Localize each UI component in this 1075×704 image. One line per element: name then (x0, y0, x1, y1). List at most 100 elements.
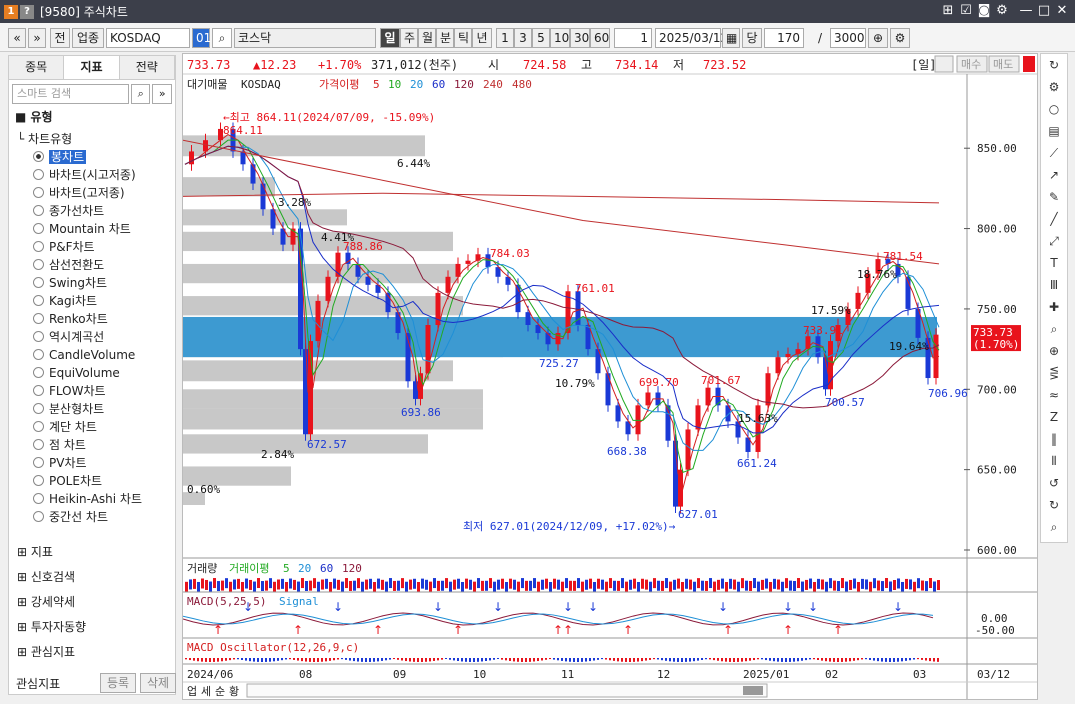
radio-icon[interactable] (33, 313, 44, 324)
chart-type-item[interactable]: 종가선차트 (9, 202, 175, 220)
bar-chart-icon[interactable]: ▤ (1041, 120, 1067, 142)
chart-type-item[interactable]: 바차트(시고저종) (9, 166, 175, 184)
chart-type-item[interactable]: FLOW차트 (9, 382, 175, 400)
period-week[interactable]: 주 (400, 28, 418, 48)
tab-indicator[interactable]: 지표 (64, 56, 120, 79)
group-type[interactable]: ■ 유형 (9, 108, 175, 126)
close-icon[interactable]: ✕ (1054, 3, 1070, 19)
radio-icon[interactable] (33, 385, 44, 396)
section-item[interactable]: ⊞ 관심지표 (9, 640, 175, 665)
delete-button[interactable]: 삭제 (140, 673, 176, 693)
period-tick[interactable]: 틱 (454, 28, 472, 48)
min-1[interactable]: 1 (496, 28, 514, 48)
radio-icon[interactable] (33, 349, 44, 360)
radio-icon[interactable] (33, 403, 44, 414)
cross-icon[interactable]: ✚ (1041, 296, 1067, 318)
min-5[interactable]: 5 (532, 28, 550, 48)
chart-type-item[interactable]: Mountain 차트 (9, 220, 175, 238)
fib-icon[interactable]: Ⅲ (1041, 274, 1067, 296)
auto-line-icon[interactable]: ⤢ (1041, 230, 1067, 252)
smart-search-input[interactable]: 스마트 검색 (12, 84, 129, 104)
min-30[interactable]: 30 (570, 28, 590, 48)
tab-stock[interactable]: 종목 (9, 56, 65, 79)
radio-icon[interactable] (33, 457, 44, 468)
chart-type-item[interactable]: EquiVolume (9, 364, 175, 382)
chart-type-item[interactable]: CandleVolume (9, 346, 175, 364)
zoom-in-icon[interactable]: ⊕ (868, 28, 888, 48)
radio-icon[interactable] (33, 223, 44, 234)
radio-icon[interactable] (33, 169, 44, 180)
radio-icon[interactable] (33, 331, 44, 342)
total-input[interactable]: 3000 (830, 28, 866, 48)
count-input[interactable]: 170 (764, 28, 804, 48)
radio-icon[interactable] (33, 241, 44, 252)
expand-plus-icon[interactable]: ⊞ (17, 645, 31, 659)
chart-type-item[interactable]: Heikin-Ashi 차트 (9, 490, 175, 508)
save-icon[interactable]: ☑ (958, 3, 974, 19)
jeon-button[interactable]: 전 (50, 28, 70, 48)
chart-type-item[interactable]: 봉차트 (9, 148, 175, 166)
expand-plus-icon[interactable]: ⊞ (17, 570, 31, 584)
min-10[interactable]: 10 (550, 28, 570, 48)
pencil-icon[interactable]: ✎ (1041, 186, 1067, 208)
chart-type-item[interactable]: 역시계곡선 (9, 328, 175, 346)
radio-icon[interactable] (33, 277, 44, 288)
expand-plus-icon[interactable]: ⊞ (17, 620, 31, 634)
period-minute[interactable]: 분 (436, 28, 454, 48)
section-item[interactable]: ⊞ 지표 (9, 540, 175, 565)
interval-select[interactable]: 1 (614, 28, 652, 48)
order-icon[interactable] (1023, 56, 1035, 72)
expand-plus-icon[interactable]: ⊞ (17, 545, 31, 559)
prev-button[interactable]: « (8, 28, 26, 48)
date-input[interactable]: 2025/03/12 (655, 28, 728, 48)
chart-settings-button[interactable] (934, 55, 954, 73)
minimize-icon[interactable]: — (1018, 3, 1034, 19)
help-icon[interactable]: ? (20, 4, 34, 19)
period-day[interactable]: 일 (380, 28, 400, 48)
chart-type-item[interactable]: 바차트(고저종) (9, 184, 175, 202)
gear-icon[interactable]: ⚙ (1041, 76, 1067, 98)
chart-type-item[interactable]: Swing차트 (9, 274, 175, 292)
trend-line-icon[interactable]: ⟋ (1041, 142, 1067, 164)
expand-icon[interactable]: » (152, 84, 172, 104)
radio-icon[interactable] (33, 295, 44, 306)
chart-type-item[interactable]: P&F차트 (9, 238, 175, 256)
search-icon[interactable]: ⌕ (212, 28, 232, 48)
radio-icon[interactable] (33, 493, 44, 504)
chart-type-item[interactable]: 분산형차트 (9, 400, 175, 418)
radio-icon[interactable] (33, 421, 44, 432)
z-icon[interactable]: Z (1041, 406, 1067, 428)
dang-button[interactable]: 당 (742, 28, 762, 48)
period-year[interactable]: 년 (472, 28, 492, 48)
ray-line-icon[interactable]: ↗ (1041, 164, 1067, 186)
text-icon[interactable]: T (1041, 252, 1067, 274)
circle-icon[interactable]: ○ (1041, 98, 1067, 120)
next-button[interactable]: » (28, 28, 46, 48)
refresh-icon[interactable]: ↻ (1041, 54, 1067, 76)
line-icon[interactable]: ╱ (1041, 208, 1067, 230)
section-item[interactable]: ⊞ 강세약세 (9, 590, 175, 615)
chart-type-item[interactable]: Kagi차트 (9, 292, 175, 310)
min-60[interactable]: 60 (590, 28, 610, 48)
columns-icon[interactable]: ⦀ (1041, 450, 1067, 472)
search-icon[interactable]: ⌕ (130, 84, 151, 104)
chart-type-item[interactable]: 점 차트 (9, 436, 175, 454)
calendar-icon[interactable]: ▦ (722, 28, 740, 48)
radio-icon[interactable] (33, 511, 44, 522)
link-icon[interactable]: ⊞ (940, 3, 956, 19)
vertical-lines-icon[interactable]: ‖ (1041, 428, 1067, 450)
camera-icon[interactable]: ◙ (976, 3, 992, 19)
radio-icon[interactable] (33, 187, 44, 198)
horizontal-scrollbar[interactable] (246, 683, 768, 698)
radio-icon[interactable] (33, 151, 44, 162)
chart-type-item[interactable]: POLE차트 (9, 472, 175, 490)
radio-icon[interactable] (33, 259, 44, 270)
radio-icon[interactable] (33, 475, 44, 486)
market-button[interactable]: 업종 (72, 28, 104, 48)
redo-icon[interactable]: ↻ (1041, 494, 1067, 516)
chart-type-item[interactable]: 중간선 차트 (9, 508, 175, 526)
code-button[interactable]: 01 (192, 28, 211, 48)
chart-area[interactable]: 733.73 ▲12.23 +1.70% 371,012(천주) 시 724.58 고 734… (182, 53, 1038, 700)
zoom-icon[interactable]: ⊕ (1041, 340, 1067, 362)
register-button[interactable]: 등록 (100, 673, 136, 693)
